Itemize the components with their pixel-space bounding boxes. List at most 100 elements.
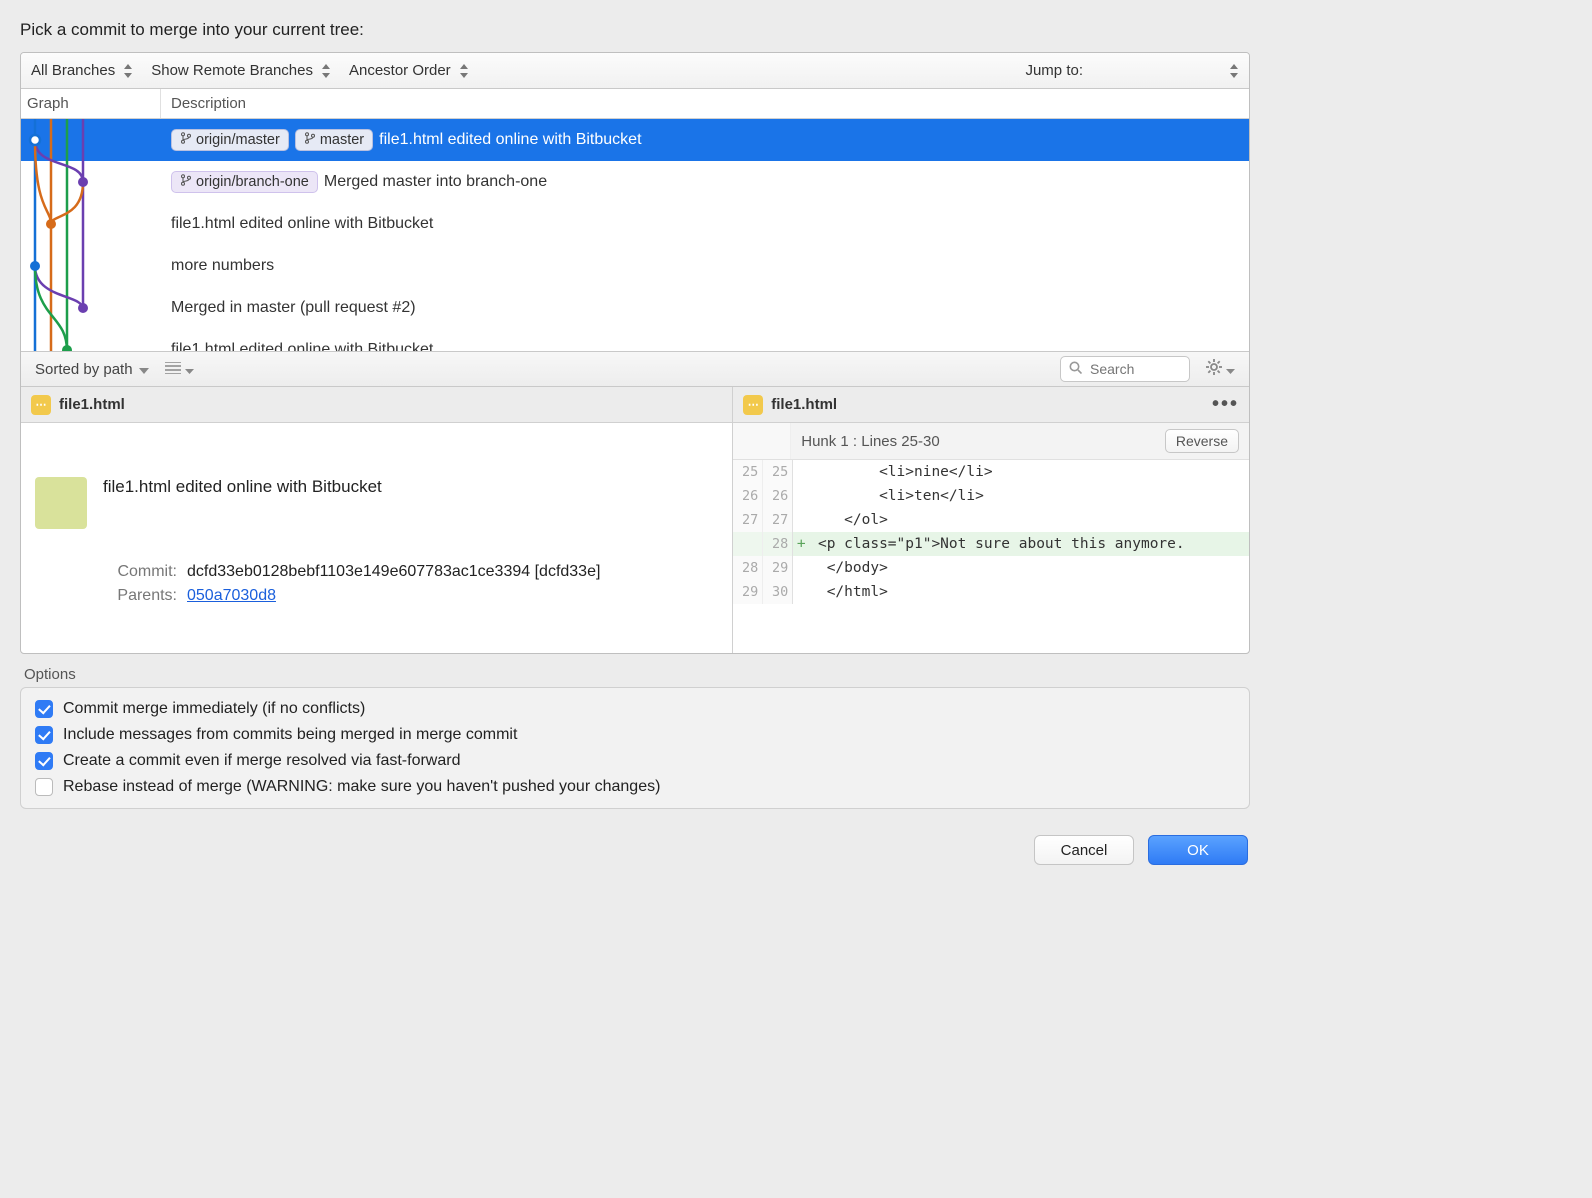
option-label: Include messages from commits being merg… <box>63 726 517 744</box>
diff-code: </html> <box>809 580 1249 604</box>
stepper-icon <box>459 64 469 78</box>
commit-row[interactable]: file1.html edited online with Bitbucket <box>21 329 1249 351</box>
line-number-old: 27 <box>733 508 763 532</box>
commit-label: Commit: <box>103 563 177 581</box>
diff-sign <box>793 580 809 604</box>
line-number-new: 25 <box>763 460 793 484</box>
checkbox[interactable] <box>35 700 53 718</box>
commit-row-message: Merged in master (pull request #2) <box>171 299 416 317</box>
checkbox[interactable] <box>35 752 53 770</box>
options-box: Commit merge immediately (if no conflict… <box>20 687 1250 809</box>
col-graph-header[interactable]: Graph <box>21 89 161 118</box>
file-icon: ⋯ <box>31 395 51 415</box>
file-header-left[interactable]: ⋯ file1.html <box>21 387 733 422</box>
search-box[interactable] <box>1060 356 1190 382</box>
filter-bar: All Branches Show Remote Branches Ancest… <box>21 53 1249 89</box>
diff-code: </ol> <box>809 508 1249 532</box>
order-filter[interactable]: Ancestor Order <box>349 62 469 79</box>
detail-split: file1.html edited online with Bitbucket … <box>21 423 1249 653</box>
file-name-right: file1.html <box>771 396 837 413</box>
diff-line: 2626 <li>ten</li> <box>733 484 1249 508</box>
commit-row[interactable]: origin/mastermasterfile1.html edited onl… <box>21 119 1249 161</box>
col-desc-header[interactable]: Description <box>161 95 246 112</box>
commit-row[interactable]: Merged in master (pull request #2) <box>21 287 1249 329</box>
settings-button[interactable] <box>1206 359 1235 379</box>
options-label: Options <box>24 666 1250 683</box>
diff-sign: + <box>793 532 809 556</box>
ok-button[interactable]: OK <box>1148 835 1248 865</box>
commit-panel: All Branches Show Remote Branches Ancest… <box>20 52 1250 654</box>
diff-line: 2525 <li>nine</li> <box>733 460 1249 484</box>
reverse-button[interactable]: Reverse <box>1165 429 1239 453</box>
list-view-toggle[interactable] <box>165 361 194 378</box>
option-label: Commit merge immediately (if no conflict… <box>63 700 365 718</box>
diff-sign <box>793 460 809 484</box>
diff-sign <box>793 484 809 508</box>
sort-dropdown[interactable]: Sorted by path <box>35 361 149 378</box>
branch-icon <box>180 132 192 148</box>
stepper-icon <box>321 64 331 78</box>
line-number-old: 25 <box>733 460 763 484</box>
chevron-down-icon <box>139 361 149 378</box>
sort-label: Sorted by path <box>35 361 133 378</box>
diff-line: 2727 </ol> <box>733 508 1249 532</box>
line-number-new: 29 <box>763 556 793 580</box>
commit-row[interactable]: file1.html edited online with Bitbucket <box>21 203 1249 245</box>
option-row: Rebase instead of merge (WARNING: make s… <box>35 778 1235 796</box>
option-label: Rebase instead of merge (WARNING: make s… <box>63 778 660 796</box>
hunk-title: Hunk 1 : Lines 25-30 <box>801 433 1165 450</box>
stepper-icon <box>123 64 133 78</box>
commit-row-message: more numbers <box>171 257 274 275</box>
diff-sign <box>793 508 809 532</box>
commit-row-message: file1.html edited online with Bitbucket <box>171 341 433 351</box>
jump-to-label: Jump to: <box>1025 62 1083 79</box>
file-icon: ⋯ <box>743 395 763 415</box>
checkbox[interactable] <box>35 726 53 744</box>
option-row: Include messages from commits being merg… <box>35 726 1235 744</box>
chevron-down-icon <box>1226 361 1235 378</box>
file-header-right[interactable]: ⋯ file1.html <box>743 395 837 415</box>
branches-filter-label: All Branches <box>31 62 115 79</box>
parents-label: Parents: <box>103 587 177 605</box>
file-header: ⋯ file1.html ⋯ file1.html ••• <box>21 387 1249 423</box>
line-number-old: 29 <box>733 580 763 604</box>
commit-row[interactable]: more numbers <box>21 245 1249 287</box>
commit-row[interactable]: origin/branch-one Merged master into bran… <box>21 161 1249 203</box>
remote-branches-label: Show Remote Branches <box>151 62 313 79</box>
chevron-down-icon <box>185 361 194 378</box>
line-number-old: 26 <box>733 484 763 508</box>
search-input[interactable] <box>1088 360 1168 378</box>
diff-sign <box>793 556 809 580</box>
more-menu[interactable]: ••• <box>1212 393 1239 416</box>
commit-row-message: Merged master into branch-one <box>324 173 547 191</box>
commit-hash: dcfd33eb0128bebf1103e149e607783ac1ce3394… <box>187 563 600 581</box>
parent-hash-link[interactable]: 050a7030d8 <box>187 587 276 604</box>
remote-branches-filter[interactable]: Show Remote Branches <box>151 62 331 79</box>
branch-tag: origin/master <box>171 129 289 151</box>
jump-to[interactable]: Jump to: <box>1025 62 1239 79</box>
list-icon <box>165 361 181 378</box>
option-label: Create a commit even if merge resolved v… <box>63 752 460 770</box>
diff-pane: Hunk 1 : Lines 25-30 Reverse 2525 <li>ni… <box>733 423 1249 653</box>
order-label: Ancestor Order <box>349 62 451 79</box>
option-row: Commit merge immediately (if no conflict… <box>35 700 1235 718</box>
branches-filter[interactable]: All Branches <box>31 62 133 79</box>
branch-icon <box>180 174 192 190</box>
commit-list: origin/mastermasterfile1.html edited onl… <box>21 119 1249 351</box>
column-headers: Graph Description <box>21 89 1249 119</box>
line-number-new: 26 <box>763 484 793 508</box>
line-number-new: 30 <box>763 580 793 604</box>
option-row: Create a commit even if merge resolved v… <box>35 752 1235 770</box>
branch-tag: origin/branch-one <box>171 171 318 193</box>
commit-detail: file1.html edited online with Bitbucket … <box>21 423 733 653</box>
branch-icon <box>304 132 316 148</box>
diff-line: 2930 </html> <box>733 580 1249 604</box>
diff-line: 2829 </body> <box>733 556 1249 580</box>
search-icon <box>1069 361 1082 378</box>
diff-code: </body> <box>809 556 1249 580</box>
hunk-header: Hunk 1 : Lines 25-30 Reverse <box>733 423 1249 460</box>
gear-icon <box>1206 359 1222 379</box>
checkbox[interactable] <box>35 778 53 796</box>
commit-row-message: file1.html edited online with Bitbucket <box>171 215 433 233</box>
cancel-button[interactable]: Cancel <box>1034 835 1134 865</box>
